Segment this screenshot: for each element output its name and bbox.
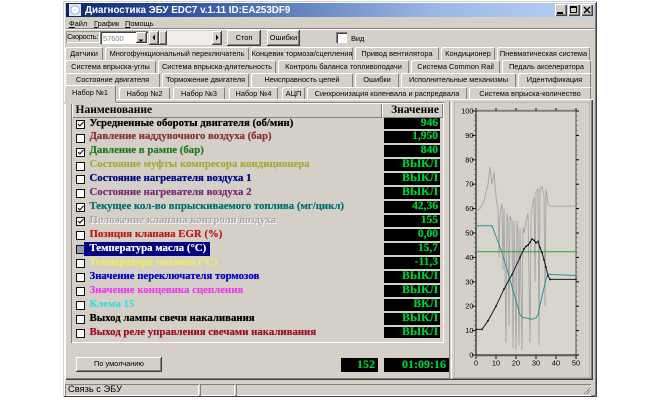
svg-text:0: 0: [474, 359, 478, 368]
svg-text:90: 90: [465, 131, 473, 140]
svg-text:60: 60: [465, 204, 473, 213]
svg-text:0: 0: [469, 351, 473, 360]
svg-text:70: 70: [465, 180, 473, 189]
svg-text:40: 40: [465, 253, 473, 262]
svg-text:100: 100: [461, 107, 473, 116]
svg-text:80: 80: [465, 155, 473, 164]
svg-text:10: 10: [465, 326, 473, 335]
svg-text:30: 30: [532, 359, 540, 368]
svg-text:50: 50: [465, 229, 473, 238]
svg-text:40: 40: [552, 359, 560, 368]
svg-text:50: 50: [572, 359, 580, 368]
svg-text:10: 10: [492, 359, 500, 368]
svg-text:20: 20: [465, 302, 473, 311]
svg-text:30: 30: [465, 277, 473, 286]
svg-text:20: 20: [512, 359, 520, 368]
